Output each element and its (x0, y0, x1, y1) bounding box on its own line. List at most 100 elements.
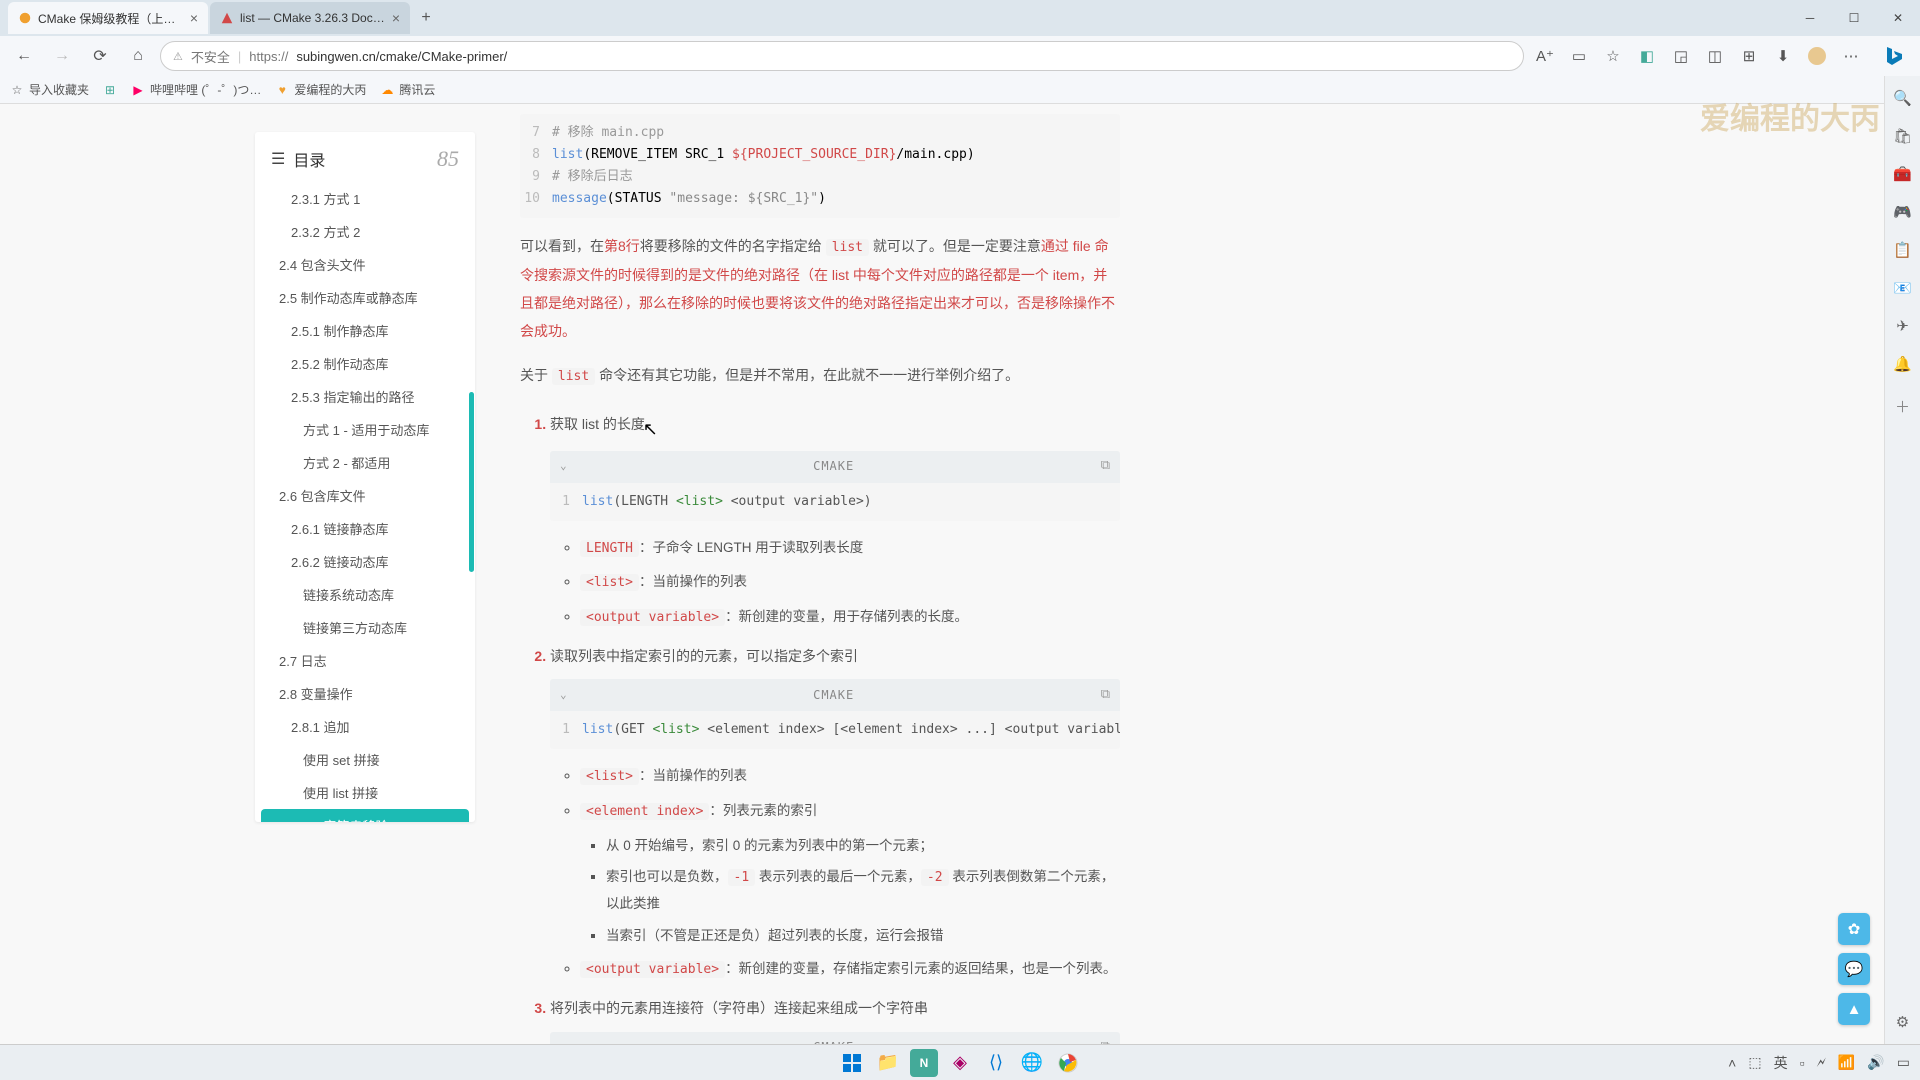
games-icon[interactable]: 🎮 (1891, 200, 1915, 224)
close-icon[interactable]: × (392, 10, 400, 26)
toc-item[interactable]: 2.8 变量操作 (255, 677, 475, 710)
add-icon[interactable]: ＋ (1891, 394, 1915, 418)
ime-icon[interactable]: 英 (1774, 1053, 1788, 1073)
settings-float-button[interactable]: ✿ (1838, 913, 1870, 945)
toc-item[interactable]: 2.6.2 链接动态库 (255, 545, 475, 578)
toc-item[interactable]: 2.5.1 制作静态库 (255, 314, 475, 347)
split-icon[interactable]: ◫ (1700, 41, 1730, 71)
reader-icon[interactable]: ▭ (1564, 41, 1594, 71)
tab-active[interactable]: CMake 保姆级教程（上）| 爱编 × (8, 2, 208, 34)
outlook-icon[interactable]: 📧 (1891, 276, 1915, 300)
toc-body[interactable]: 2.3.1 方式 12.3.2 方式 22.4 包含头文件2.5 制作动态库或静… (255, 182, 475, 822)
collapse-icon[interactable]: ⌄ (560, 456, 567, 477)
toc-item[interactable]: 2.5.3 指定输出的路径 (255, 380, 475, 413)
bookmark-tencent[interactable]: ☁腾讯云 (380, 81, 435, 98)
toc-item[interactable]: 使用 set 拼接 (255, 743, 475, 776)
bookmark-bilibili[interactable]: ▶哔哩哔哩 (゜-゜)つ… (131, 81, 261, 98)
toc-item[interactable]: 2.3.1 方式 1 (255, 182, 475, 215)
toc-item[interactable]: 链接系统动态库 (255, 578, 475, 611)
line-ref-link[interactable]: 第8行 (604, 238, 640, 254)
maximize-button[interactable]: ☐ (1832, 2, 1876, 34)
toc-burger-icon[interactable]: ☰ (271, 149, 285, 169)
toc-item[interactable]: 2.7 日志 (255, 644, 475, 677)
search-icon[interactable]: 🔍 (1891, 86, 1915, 110)
inline-code: LENGTH (580, 540, 639, 557)
vscode-icon[interactable]: ⟨⟩ (982, 1049, 1010, 1077)
toc-item[interactable]: 2.5.2 制作动态库 (255, 347, 475, 380)
copy-icon[interactable]: ⧉ (1101, 454, 1110, 479)
download-icon[interactable]: ⬇ (1768, 41, 1798, 71)
tray-chevron-icon[interactable]: ˄ (1728, 1055, 1736, 1071)
tray-icon[interactable]: ▫ (1800, 1055, 1805, 1071)
minimize-button[interactable]: ─ (1788, 2, 1832, 34)
article-content[interactable]: 7# 移除 main.cpp 8listlist(REMOVE_ITEM SRC… (490, 104, 1150, 1080)
wifi-icon[interactable]: 📶 (1838, 1054, 1855, 1071)
edge-icon[interactable]: 🌐 (1018, 1049, 1046, 1077)
toc-item[interactable]: 2.6.1 链接静态库 (255, 512, 475, 545)
profile-icon[interactable] (1802, 41, 1832, 71)
app-icon[interactable]: N (910, 1049, 938, 1077)
explorer-icon[interactable]: 📁 (874, 1049, 902, 1077)
grid-icon: ⊞ (103, 83, 117, 97)
toc-item[interactable]: 链接第三方动态库 (255, 611, 475, 644)
close-window-button[interactable]: ✕ (1876, 2, 1920, 34)
chat-float-button[interactable]: 💬 (1838, 953, 1870, 985)
forward-button[interactable]: → (46, 40, 78, 72)
tab-inactive[interactable]: list — CMake 3.26.3 Documenta × (210, 2, 410, 34)
toc-item[interactable]: 2.4 包含头文件 (255, 248, 475, 281)
battery-icon[interactable]: 🗲 (1817, 1054, 1826, 1071)
toc-scrollbar[interactable] (469, 392, 474, 572)
collections-icon[interactable]: ⊞ (1734, 41, 1764, 71)
bell-icon[interactable]: 🔔 (1891, 352, 1915, 376)
code-text: listlist(REMOVE_ITEM SRC_1 (REMOVE_ITEM … (552, 144, 975, 166)
bookmark-blog[interactable]: ♥爱编程的大丙 (275, 81, 366, 98)
toc-panel: ☰ 目录 85 2.3.1 方式 12.3.2 方式 22.4 包含头文件2.5… (255, 132, 475, 822)
send-icon[interactable]: ✈ (1891, 314, 1915, 338)
start-button[interactable] (838, 1049, 866, 1077)
menu-icon[interactable]: ⋯ (1836, 41, 1866, 71)
toc-item[interactable]: 2.6 包含库文件 (255, 479, 475, 512)
url-input[interactable]: ⚠ 不安全 | https://subingwen.cn/cmake/CMake… (160, 41, 1524, 71)
tray-icon[interactable]: ⬚ (1748, 1054, 1761, 1071)
bookmarks-bar: ☆导入收藏夹 ⊞ ▶哔哩哔哩 (゜-゜)つ… ♥爱编程的大丙 ☁腾讯云 (0, 76, 1920, 104)
extension-icon[interactable]: ◧ (1632, 41, 1662, 71)
copy-icon[interactable]: ⧉ (1101, 683, 1110, 708)
bookmark-import[interactable]: ☆导入收藏夹 (10, 81, 89, 98)
back-button[interactable]: ← (8, 40, 40, 72)
toc-item[interactable]: 2.3.2 方式 2 (255, 215, 475, 248)
visual-studio-icon[interactable]: ◈ (946, 1049, 974, 1077)
bing-icon[interactable] (1876, 38, 1912, 74)
volume-icon[interactable]: 🔊 (1867, 1054, 1884, 1071)
tools-icon[interactable]: 🧰 (1891, 162, 1915, 186)
close-icon[interactable]: × (190, 10, 198, 26)
line-number: 9 (520, 166, 552, 188)
tab-favicon (220, 11, 234, 25)
extension-icon[interactable]: ◲ (1666, 41, 1696, 71)
new-tab-button[interactable]: + (412, 4, 440, 32)
toc-item[interactable]: 2.8.1 追加 (255, 710, 475, 743)
office-icon[interactable]: 📋 (1891, 238, 1915, 262)
toc-item[interactable]: 方式 1 - 适用于动态库 (255, 413, 475, 446)
shopping-icon[interactable]: 🛍 (1891, 124, 1915, 148)
tray-icon[interactable]: ▭ (1897, 1054, 1910, 1071)
toc-item[interactable]: 使用 list 拼接 (255, 776, 475, 809)
star-icon: ☆ (10, 83, 24, 97)
inline-code: -1 (728, 869, 756, 886)
refresh-button[interactable]: ⟳ (84, 40, 116, 72)
text-size-icon[interactable]: A⁺ (1530, 41, 1560, 71)
gear-icon[interactable]: ⚙ (1891, 1010, 1915, 1034)
bookmark-apps[interactable]: ⊞ (103, 83, 117, 97)
collapse-icon[interactable]: ⌄ (560, 685, 567, 706)
home-button[interactable]: ⌂ (122, 40, 154, 72)
toc-item[interactable]: 2.5 制作动态库或静态库 (255, 281, 475, 314)
favorite-icon[interactable]: ☆ (1598, 41, 1628, 71)
code-text: # 移除 main.cpp (552, 122, 664, 144)
scroll-top-button[interactable]: ▲ (1838, 993, 1870, 1025)
chrome-icon[interactable] (1054, 1049, 1082, 1077)
toc-item[interactable]: 2.8.2 字符串移除 (261, 809, 469, 822)
toc-item[interactable]: 方式 2 - 都适用 (255, 446, 475, 479)
toc-count: 85 (437, 146, 459, 172)
security-label: 不安全 (191, 47, 230, 66)
heart-icon: ♥ (275, 83, 289, 97)
taskbar: 📁 N ◈ ⟨⟩ 🌐 ˄ ⬚ 英 ▫ 🗲 📶 🔊 ▭ (0, 1044, 1920, 1080)
